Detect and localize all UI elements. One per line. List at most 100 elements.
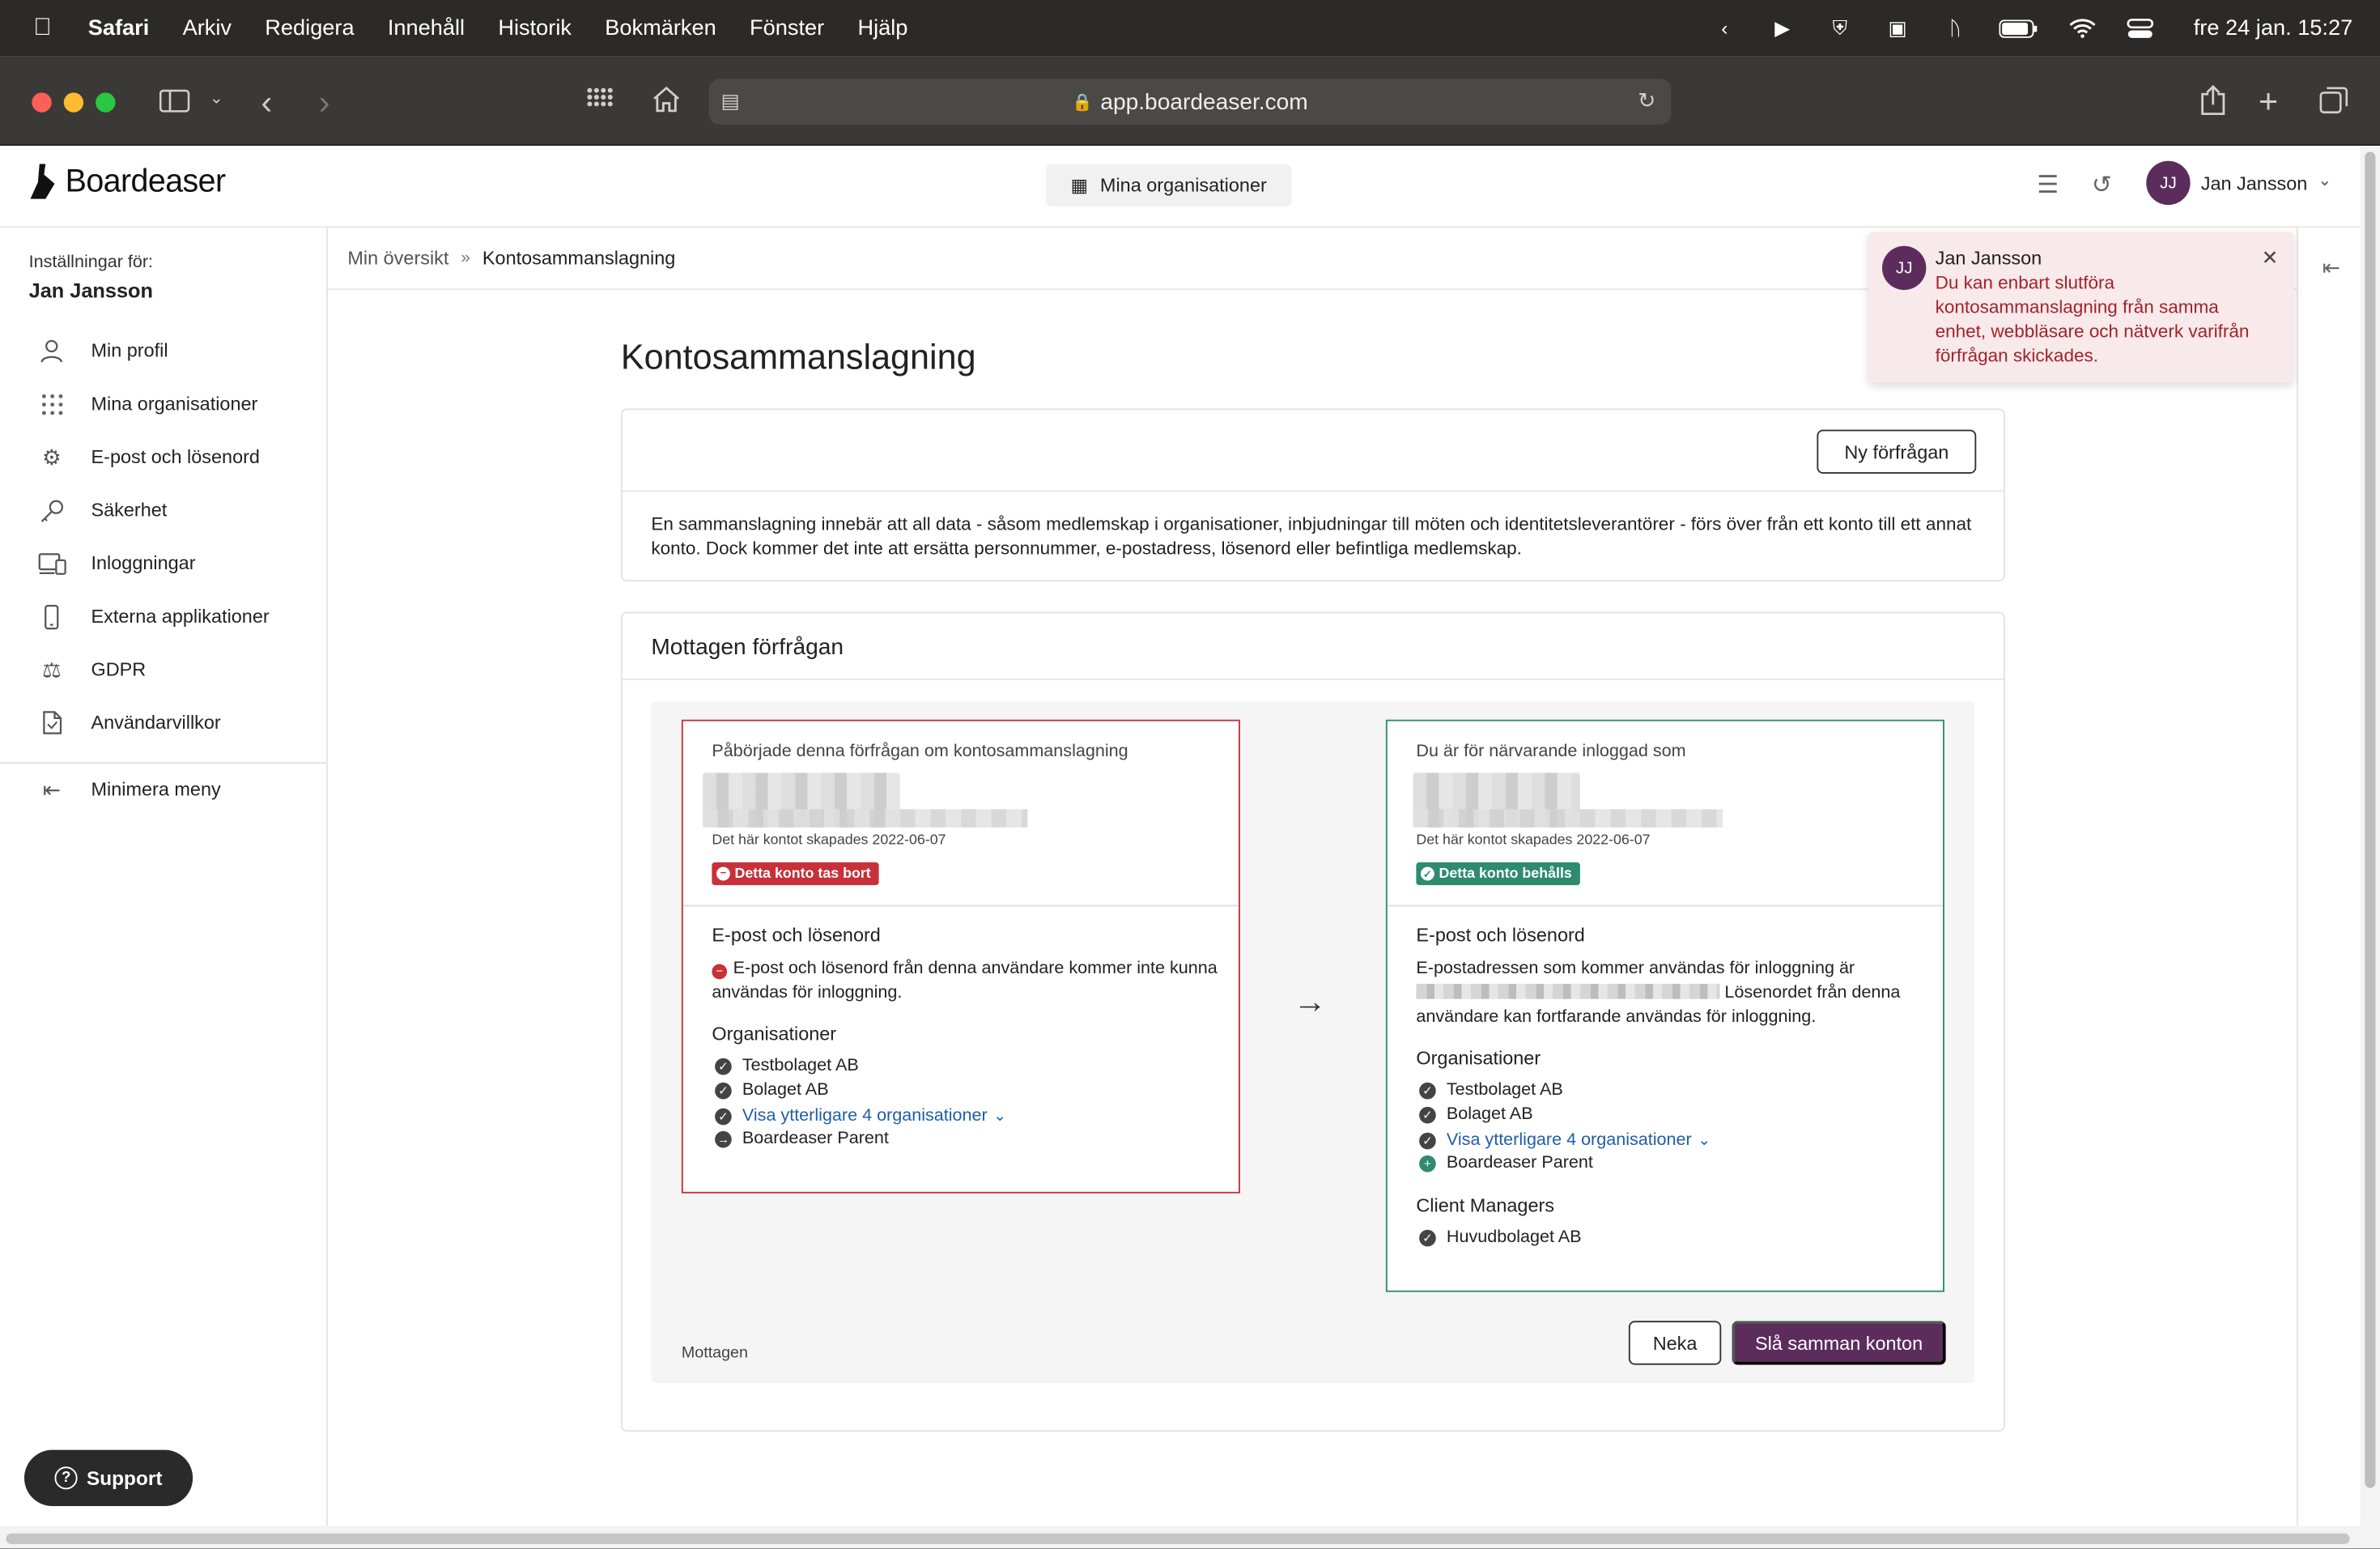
play-icon[interactable]: ▶	[1769, 16, 1796, 39]
redacted-account-email	[1413, 809, 1723, 828]
card-divider	[622, 679, 2004, 680]
menubar-clock[interactable]: fre 24 jan. 15:27	[2194, 16, 2353, 40]
sidebar-item-external-apps[interactable]: Externa applikationer	[0, 594, 326, 639]
account-created: Det här kontot skapades 2022-06-07	[1416, 832, 1651, 849]
chevron-down-icon[interactable]: ⌄	[210, 88, 223, 109]
support-button[interactable]: ? Support	[24, 1449, 193, 1506]
close-window-icon[interactable]	[32, 92, 52, 113]
id-badge-icon[interactable]: ▣	[1884, 16, 1911, 39]
show-more-organisations-link[interactable]: ✓ Visa ytterligare 4 organisationer ⌄	[715, 1107, 1006, 1125]
horizontal-scrollbar[interactable]	[0, 1526, 2380, 1549]
collapse-panel-icon[interactable]: ⇤	[2323, 255, 2340, 281]
apple-icon[interactable]: 	[31, 15, 55, 42]
plus-circle-icon: +	[1419, 1154, 1436, 1172]
battery-icon[interactable]	[1999, 18, 2039, 39]
toast-message: Du kan enbart slutföra kontosammanslagni…	[1935, 271, 2250, 366]
forward-icon[interactable]: ›	[319, 83, 330, 123]
new-request-button[interactable]: Ny förfrågan	[1817, 429, 1977, 474]
menu-redigera[interactable]: Redigera	[265, 16, 354, 40]
toast-sender: Jan Jansson	[1935, 247, 2042, 269]
close-icon[interactable]: ✕	[2262, 246, 2278, 270]
address-bar[interactable]: ▤ 🔒 app.boardeaser.com ↻	[708, 79, 1672, 125]
grid-icon	[36, 393, 67, 415]
sidebar-item-email-password[interactable]: ⚙ E-post och lösenord	[0, 434, 326, 479]
show-more-organisations-link[interactable]: ✓ Visa ytterligare 4 organisationer ⌄	[1419, 1131, 1711, 1149]
home-icon[interactable]	[651, 85, 682, 114]
reload-icon[interactable]: ↻	[1638, 88, 1655, 114]
sidebar-item-terms[interactable]: Användarvillkor	[0, 700, 326, 745]
minus-circle-icon: −	[716, 866, 730, 881]
phone-icon	[36, 603, 67, 629]
new-tab-icon[interactable]: +	[2259, 82, 2278, 121]
apps-grid-icon[interactable]	[586, 87, 615, 116]
settings-for-label: Inställningar för:	[28, 253, 154, 272]
account-to-remove: Påbörjade denna förfrågan om kontosamman…	[681, 719, 1240, 1194]
merge-accounts-button[interactable]: Slå samman konton	[1732, 1321, 1946, 1365]
sidebar-item-organisations[interactable]: Mina organisationer	[0, 381, 326, 427]
client-managers-heading: Client Managers	[1416, 1194, 1555, 1216]
url-text: app.boardeaser.com	[1100, 88, 1308, 115]
gears-icon: ⚙	[41, 444, 62, 469]
support-label: Support	[87, 1466, 163, 1490]
account-created: Det här kontot skapades 2022-06-07	[712, 832, 946, 849]
sidebar-item-logins[interactable]: Inloggningar	[0, 541, 326, 586]
minimize-menu-button[interactable]: ⇤ Minimera meny	[0, 767, 326, 812]
minimize-menu-label: Minimera meny	[91, 778, 221, 801]
menu-historik[interactable]: Historik	[498, 16, 572, 40]
logo-text: Boardeaser	[65, 164, 227, 199]
control-center-icon[interactable]	[2127, 18, 2154, 39]
sidebar-item-gdpr[interactable]: ⚖ GDPR	[0, 647, 326, 692]
lock-icon: 🔒	[1072, 93, 1093, 112]
tab-overview-icon[interactable]	[2319, 87, 2348, 114]
sidebar-item-label: E-post och lösenord	[91, 446, 260, 468]
menu-fonster[interactable]: Fönster	[750, 16, 824, 40]
received-request-title: Mottagen förfrågan	[651, 634, 844, 661]
badge-label: Detta konto tas bort	[734, 865, 871, 883]
status-badge: ✓ Detta konto behålls	[1416, 862, 1580, 886]
sidebar-item-label: GDPR	[91, 658, 147, 680]
boardeaser-logo[interactable]: Boardeaser	[29, 163, 226, 202]
decline-button[interactable]: Neka	[1628, 1321, 1722, 1365]
history-icon[interactable]: ↺	[2092, 170, 2112, 201]
menu-app[interactable]: Safari	[88, 16, 150, 40]
share-icon[interactable]	[2199, 85, 2227, 116]
sidebar-item-security[interactable]: Säkerhet	[0, 487, 326, 533]
app-header: Boardeaser ▦ Mina organisationer ☰ ↺ JJ …	[0, 146, 2361, 228]
scales-icon: ⚖	[41, 656, 62, 681]
bluetooth-icon[interactable]: ᚢ	[1941, 17, 1969, 40]
chevron-down-icon: ⌄	[1698, 1131, 1711, 1149]
sidebar-toggle-icon[interactable]	[158, 87, 191, 114]
minus-circle-icon: −	[712, 964, 728, 980]
minimize-window-icon[interactable]	[63, 92, 84, 113]
list-item: ✓ Bolaget AB	[1419, 1105, 1533, 1124]
wifi-icon[interactable]	[2069, 18, 2097, 39]
org-name: Testbolaget AB	[742, 1057, 859, 1075]
shield-icon[interactable]: ⛨	[1826, 16, 1854, 39]
menu-bokmarken[interactable]: Bokmärken	[605, 16, 716, 40]
sidebar-item-profile[interactable]: Min profil	[0, 328, 326, 373]
tasks-icon[interactable]: ☰	[2037, 170, 2059, 201]
scrollbar-thumb[interactable]	[6, 1533, 2350, 1544]
zoom-window-icon[interactable]	[96, 92, 116, 113]
my-organisations-button[interactable]: ▦ Mina organisationer	[1045, 164, 1292, 206]
list-item: ✓ Testbolaget AB	[1419, 1081, 1563, 1100]
request-status: Mottagen	[681, 1343, 748, 1362]
vertical-scrollbar[interactable]	[2360, 146, 2380, 1534]
menu-arkiv[interactable]: Arkiv	[183, 16, 232, 40]
page-title: Kontosammanslagning	[620, 337, 976, 377]
back-icon[interactable]: ‹	[261, 83, 273, 123]
sidebar-divider	[0, 762, 327, 764]
menu-innehall[interactable]: Innehåll	[388, 16, 465, 40]
menu-hjalp[interactable]: Hjälp	[857, 16, 907, 40]
avatar[interactable]: JJ	[2146, 160, 2191, 206]
breadcrumb-root[interactable]: Min översikt	[347, 248, 448, 269]
page-menu-icon[interactable]: ▤	[721, 90, 740, 114]
scrollbar-thumb[interactable]	[2365, 151, 2376, 1488]
chevron-left-icon[interactable]: ‹	[1711, 17, 1738, 40]
sidebar-item-label: Min profil	[91, 340, 168, 362]
check-circle-icon: ✓	[715, 1107, 732, 1125]
email-password-heading: E-post och lösenord	[712, 924, 881, 947]
user-name[interactable]: Jan Jansson	[2201, 173, 2308, 194]
sidebar-item-label: Mina organisationer	[91, 393, 258, 415]
chevron-down-icon[interactable]: ⌄	[2318, 170, 2331, 190]
